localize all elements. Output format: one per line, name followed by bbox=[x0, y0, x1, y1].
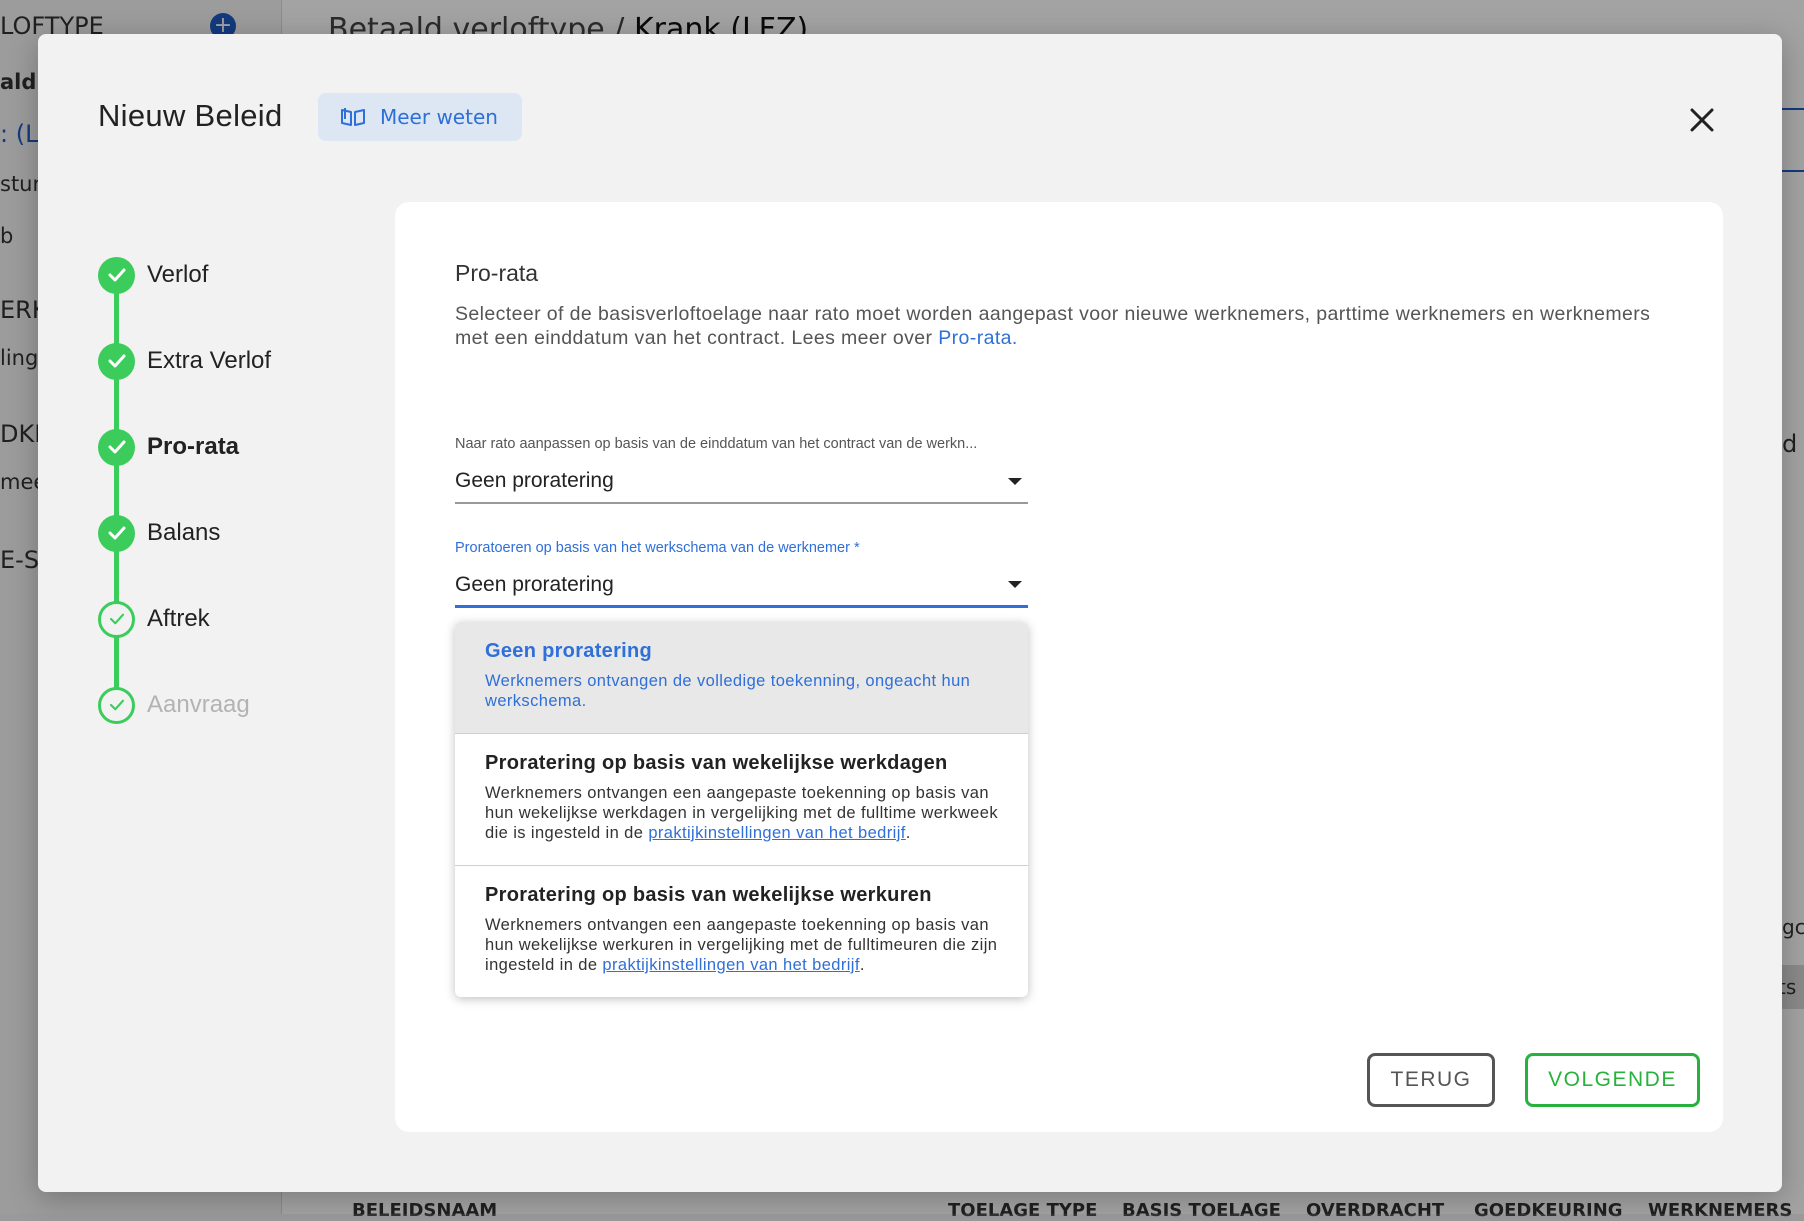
new-policy-dialog: Nieuw Beleid Meer weten Verlof Extra Ver… bbox=[38, 34, 1782, 1192]
step-balans[interactable]: Balans bbox=[98, 514, 220, 552]
field-label: Naar rato aanpassen op basis van de eind… bbox=[455, 436, 978, 452]
check-circle-icon bbox=[98, 256, 135, 294]
option-geen-proratering[interactable]: Geen proratering Werknemers ontvangen de… bbox=[455, 622, 1028, 734]
option-description: Werknemers ontvangen de volledige toeken… bbox=[485, 672, 971, 710]
select-value[interactable]: Geen proratering bbox=[455, 564, 1028, 608]
step-pro-rata[interactable]: Pro-rata bbox=[98, 428, 239, 466]
check-circle-icon bbox=[98, 514, 135, 552]
step-aanvraag[interactable]: Aanvraag bbox=[98, 686, 250, 724]
pro-rata-link[interactable]: Pro-rata. bbox=[938, 327, 1017, 349]
step-label: Pro-rata bbox=[147, 433, 240, 460]
close-button[interactable] bbox=[1682, 100, 1722, 140]
step-aftrek[interactable]: Aftrek bbox=[98, 600, 210, 638]
dropdown-arrow-icon bbox=[1008, 581, 1022, 588]
option-title: Proratering op basis van wekelijkse werk… bbox=[485, 884, 932, 906]
company-settings-link[interactable]: praktijkinstellingen van het bedrijf bbox=[648, 824, 905, 842]
learn-more-button[interactable]: Meer weten bbox=[318, 93, 522, 141]
step-label: Aanvraag bbox=[147, 691, 250, 718]
option-title: Proratering op basis van wekelijkse werk… bbox=[485, 752, 948, 774]
stepper-connector bbox=[114, 274, 119, 704]
option-description: Werknemers ontvangen een aangepaste toek… bbox=[485, 783, 998, 843]
option-description-tail: . bbox=[905, 824, 911, 842]
step-content-card: Pro-rata Selecteer of de basisverloftoel… bbox=[395, 202, 1723, 1132]
select-value[interactable]: Geen proratering bbox=[455, 460, 1028, 504]
next-button[interactable]: VOLGENDE bbox=[1525, 1053, 1700, 1107]
check-circle-icon bbox=[98, 342, 135, 380]
work-schedule-prorate-select[interactable]: Proratoeren op basis van het werkschema … bbox=[455, 540, 1028, 608]
option-description: Werknemers ontvangen een aangepaste toek… bbox=[485, 915, 998, 975]
check-outline-icon bbox=[98, 600, 135, 638]
selected-value: Geen proratering bbox=[455, 469, 614, 492]
field-label: Proratoeren op basis van het werkschema … bbox=[455, 540, 860, 556]
section-title: Pro-rata bbox=[455, 260, 539, 286]
description-text: Selecteer of de basisverloftoelage naar … bbox=[455, 303, 1651, 349]
check-outline-icon bbox=[98, 686, 135, 724]
progress-stepper: Verlof Extra Verlof Pro-rata Balans Aftr bbox=[98, 256, 378, 776]
option-description-tail: . bbox=[859, 956, 865, 974]
step-extra-verlof[interactable]: Extra Verlof bbox=[98, 342, 271, 380]
book-icon bbox=[341, 108, 365, 126]
contract-end-prorate-select[interactable]: Naar rato aanpassen op basis van de eind… bbox=[455, 436, 1028, 504]
step-verlof[interactable]: Verlof bbox=[98, 256, 208, 294]
dialog-title: Nieuw Beleid bbox=[98, 98, 283, 133]
step-label: Extra Verlof bbox=[147, 347, 272, 374]
back-button[interactable]: TERUG bbox=[1367, 1053, 1495, 1107]
close-icon bbox=[1690, 108, 1714, 132]
learn-more-label: Meer weten bbox=[380, 105, 498, 129]
company-settings-link[interactable]: praktijkinstellingen van het bedrijf bbox=[602, 956, 859, 974]
step-label: Verlof bbox=[147, 261, 209, 288]
option-title: Geen proratering bbox=[485, 640, 653, 662]
option-werkdagen[interactable]: Proratering op basis van wekelijkse werk… bbox=[455, 734, 1028, 866]
step-label: Aftrek bbox=[147, 605, 210, 632]
prorate-options-menu: Geen proratering Werknemers ontvangen de… bbox=[455, 622, 1028, 997]
step-label: Balans bbox=[147, 519, 221, 546]
check-circle-icon bbox=[98, 428, 135, 466]
dropdown-arrow-icon bbox=[1008, 477, 1022, 485]
section-description: Selecteer of de basisverloftoelage naar … bbox=[455, 302, 1675, 350]
option-werkuren[interactable]: Proratering op basis van wekelijkse werk… bbox=[455, 866, 1028, 997]
selected-value: Geen proratering bbox=[455, 572, 614, 596]
